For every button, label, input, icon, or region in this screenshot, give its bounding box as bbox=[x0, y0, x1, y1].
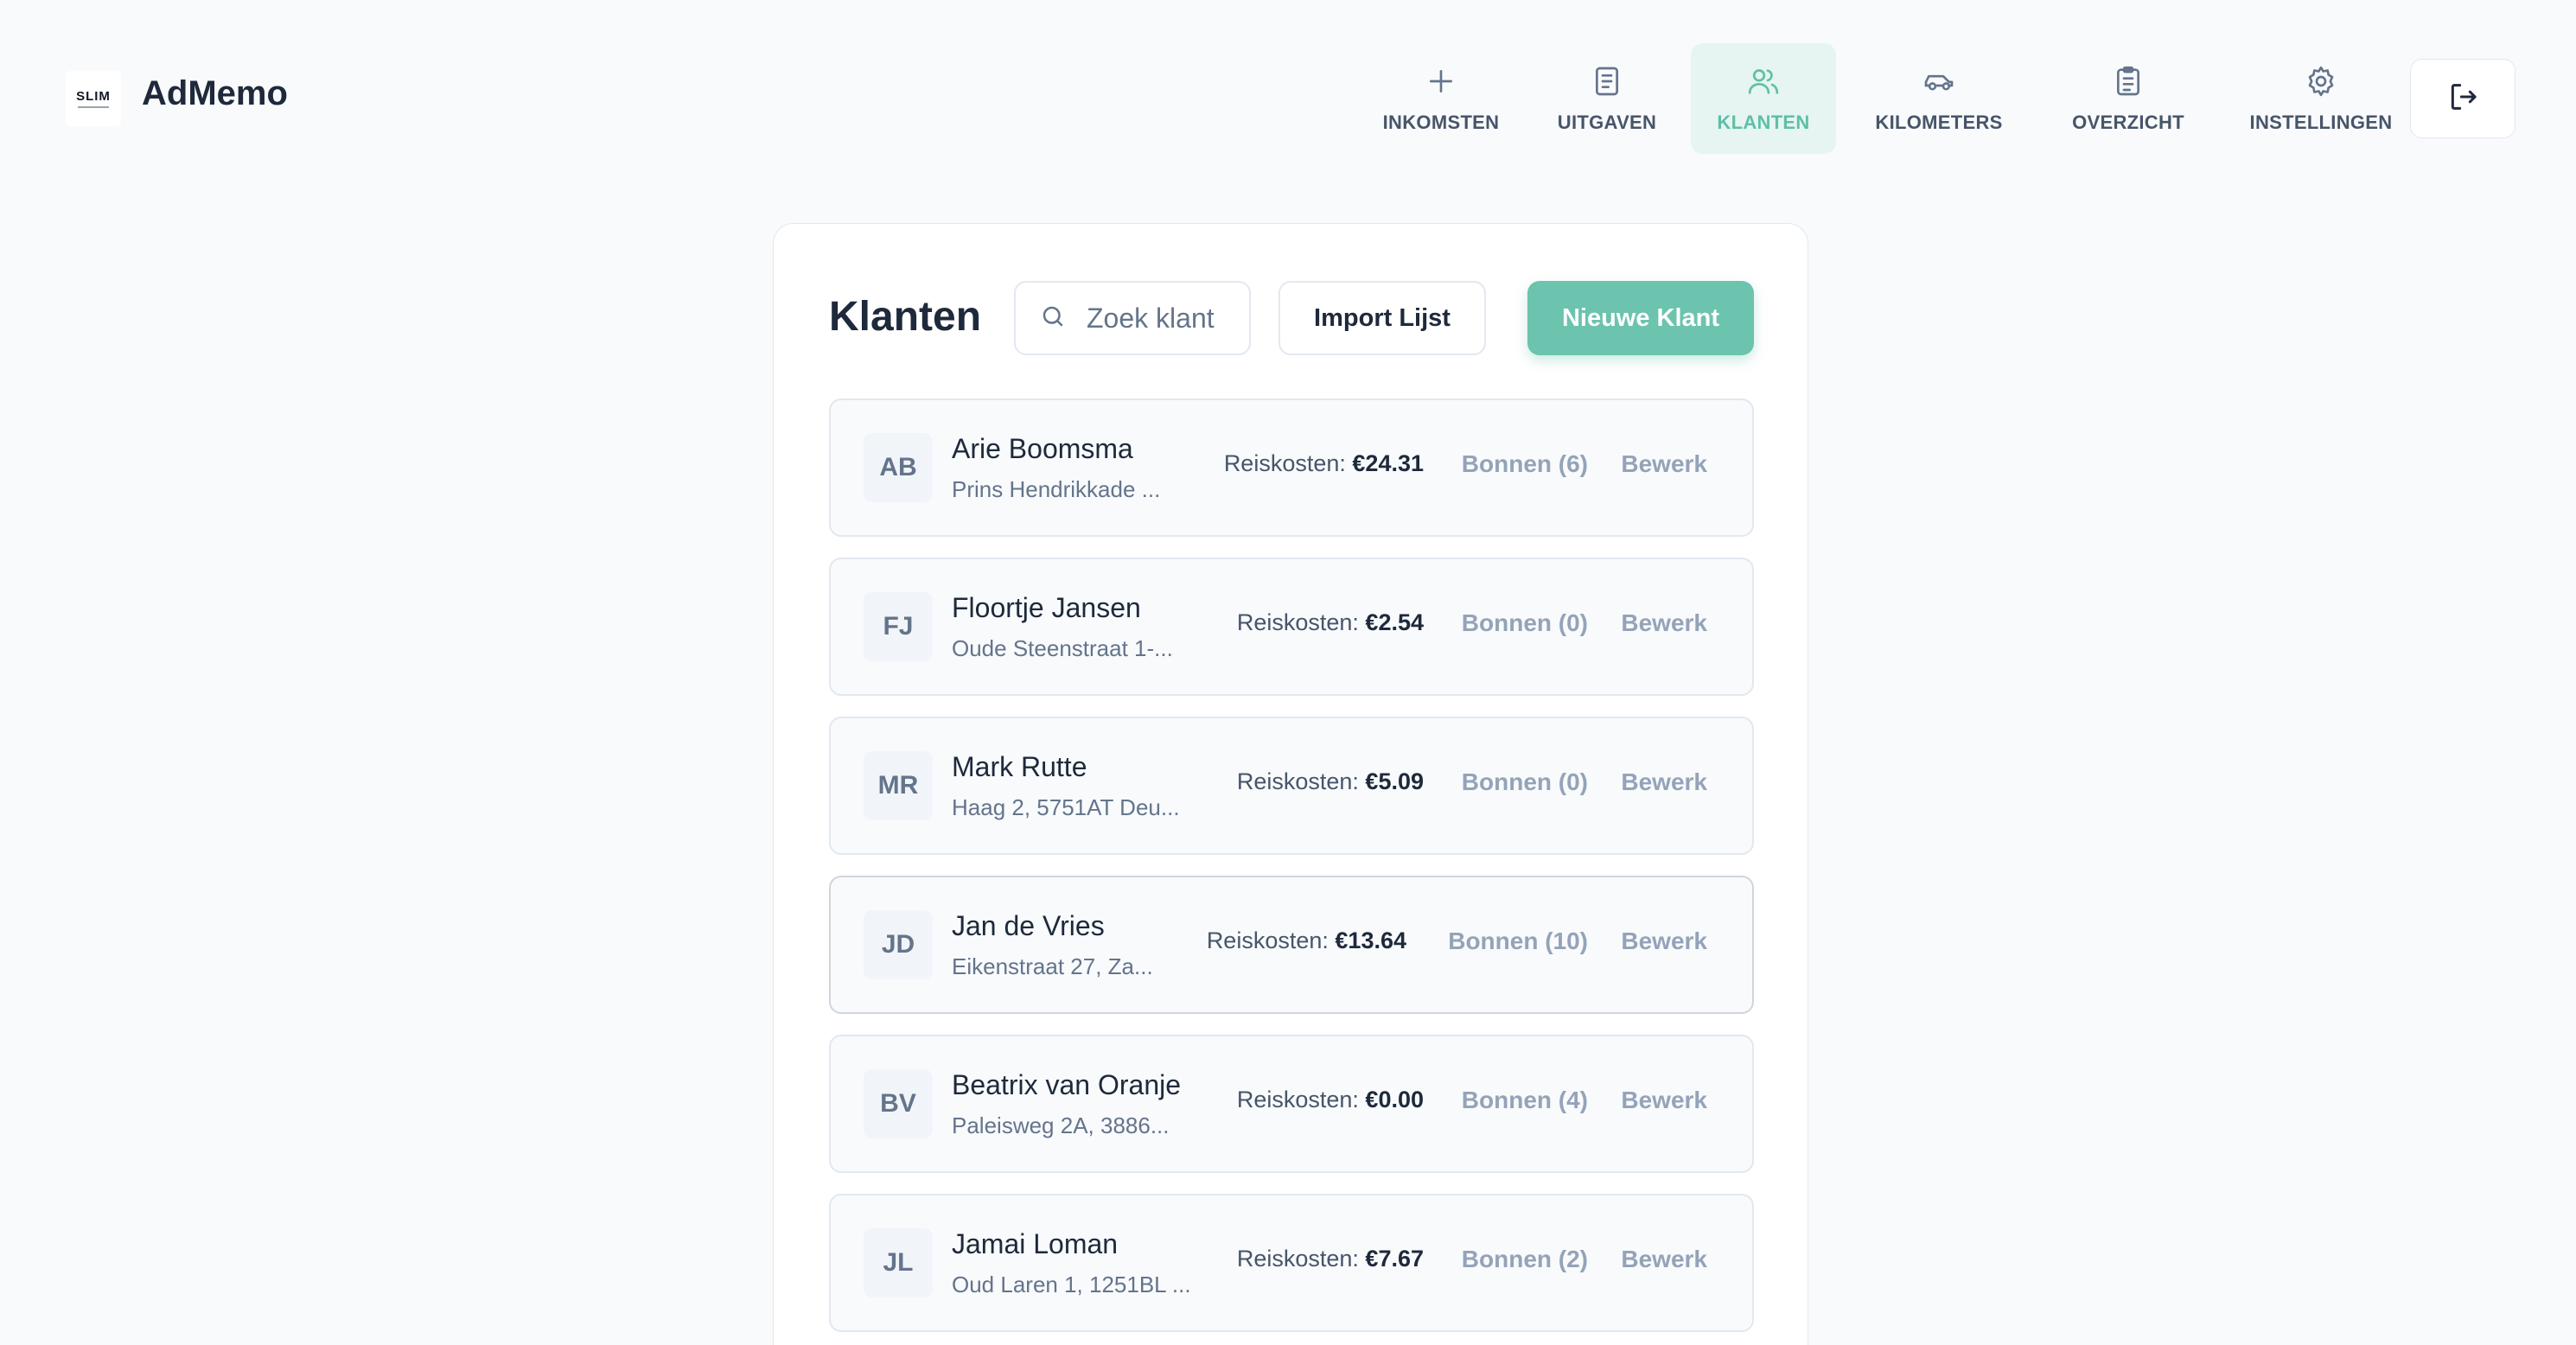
nav-label: OVERZICHT bbox=[2072, 111, 2184, 133]
travel-cost: Reiskosten: €24.31 bbox=[1224, 450, 1424, 477]
travel-cost-label: Reiskosten: bbox=[1236, 1087, 1359, 1112]
client-row[interactable]: JL Jamai Loman Oud Laren 1, 1251BL ... R… bbox=[829, 1194, 1754, 1332]
travel-cost-label: Reiskosten: bbox=[1223, 450, 1346, 476]
client-name: Jamai Loman bbox=[952, 1228, 1119, 1259]
edit-client-link[interactable]: Bewerk bbox=[1621, 768, 1707, 796]
users-icon bbox=[1746, 64, 1781, 112]
logout-button[interactable] bbox=[2410, 59, 2515, 138]
nav-label: INSTELLINGEN bbox=[2249, 111, 2393, 133]
import-list-button[interactable]: Import Lijst bbox=[1278, 281, 1486, 355]
travel-cost-value: €2.54 bbox=[1365, 609, 1424, 635]
receipts-link[interactable]: Bonnen (0) bbox=[1462, 609, 1588, 637]
travel-cost-value: €24.31 bbox=[1352, 450, 1424, 476]
travel-cost: Reiskosten: €7.67 bbox=[1237, 1246, 1424, 1272]
plus-icon bbox=[1424, 64, 1458, 112]
nav-item-overzicht[interactable]: OVERZICHT bbox=[2037, 43, 2220, 154]
client-address: Oud Laren 1, 1251BL ... bbox=[952, 1272, 1191, 1297]
client-row[interactable]: AB Arie Boomsma Prins Hendrikkade ... Re… bbox=[829, 398, 1754, 537]
client-name: Floortje Jansen bbox=[952, 592, 1141, 623]
travel-cost-value: €5.09 bbox=[1365, 768, 1424, 794]
client-avatar: JL bbox=[864, 1228, 933, 1297]
travel-cost: Reiskosten: €2.54 bbox=[1237, 609, 1424, 636]
receipts-link[interactable]: Bonnen (0) bbox=[1462, 768, 1588, 796]
client-address: Oude Steenstraat 1-... bbox=[952, 635, 1173, 661]
client-avatar: AB bbox=[864, 433, 933, 502]
travel-cost: Reiskosten: €0.00 bbox=[1237, 1087, 1424, 1113]
receipt-icon bbox=[1590, 64, 1624, 112]
client-name: Jan de Vries bbox=[952, 910, 1105, 941]
client-address: Paleisweg 2A, 3886... bbox=[952, 1112, 1170, 1138]
logout-icon bbox=[2445, 80, 2480, 118]
travel-cost-label: Reiskosten: bbox=[1236, 609, 1359, 635]
client-row[interactable]: BV Beatrix van Oranje Paleisweg 2A, 3886… bbox=[829, 1035, 1754, 1173]
edit-client-link[interactable]: Bewerk bbox=[1621, 1246, 1707, 1273]
company-logo[interactable]: SLIM bbox=[66, 71, 121, 126]
client-row[interactable]: MR Mark Rutte Haag 2, 5751AT Deu... Reis… bbox=[829, 717, 1754, 855]
travel-cost-label: Reiskosten: bbox=[1236, 768, 1359, 794]
nav-item-kilometers[interactable]: KILOMETERS bbox=[1846, 43, 2031, 154]
travel-cost-value: €0.00 bbox=[1365, 1087, 1424, 1112]
travel-cost-label: Reiskosten: bbox=[1206, 927, 1329, 953]
search-box[interactable] bbox=[1014, 281, 1251, 355]
edit-client-link[interactable]: Bewerk bbox=[1621, 450, 1707, 478]
client-address: Prins Hendrikkade ... bbox=[952, 476, 1161, 502]
client-avatar: BV bbox=[864, 1069, 933, 1138]
edit-client-link[interactable]: Bewerk bbox=[1621, 609, 1707, 637]
nav-label: INKOMSTEN bbox=[1382, 111, 1500, 133]
client-row[interactable]: FJ Floortje Jansen Oude Steenstraat 1-..… bbox=[829, 558, 1754, 696]
nav-label: UITGAVEN bbox=[1557, 111, 1657, 133]
client-address: Eikenstraat 27, Za... bbox=[952, 953, 1153, 979]
receipts-link[interactable]: Bonnen (10) bbox=[1448, 927, 1588, 955]
new-client-button[interactable]: Nieuwe Klant bbox=[1527, 281, 1754, 355]
client-name: Beatrix van Oranje bbox=[952, 1069, 1182, 1100]
nav-item-uitgaven[interactable]: UITGAVEN bbox=[1533, 43, 1680, 154]
brand-name: AdMemo bbox=[142, 74, 288, 112]
travel-cost-value: €13.64 bbox=[1335, 927, 1406, 953]
client-avatar: JD bbox=[864, 910, 933, 979]
logo-text: SLIM bbox=[76, 89, 111, 104]
car-icon bbox=[1922, 64, 1956, 112]
clients-card: Klanten Import Lijst Nieuwe Klant AB Ari… bbox=[773, 223, 1808, 1345]
travel-cost-value: €7.67 bbox=[1365, 1246, 1424, 1272]
receipts-link[interactable]: Bonnen (4) bbox=[1462, 1087, 1588, 1114]
search-input[interactable] bbox=[1087, 302, 1242, 335]
receipts-link[interactable]: Bonnen (2) bbox=[1462, 1246, 1588, 1273]
client-avatar: FJ bbox=[864, 592, 933, 661]
nav-item-klanten[interactable]: KLANTEN bbox=[1691, 43, 1836, 154]
edit-client-link[interactable]: Bewerk bbox=[1621, 1087, 1707, 1114]
nav-label: KLANTEN bbox=[1717, 111, 1810, 133]
app-header: SLIM AdMemo INKOMSTEN UITGAVEN KLANTEN K… bbox=[0, 0, 2576, 197]
client-row[interactable]: JD Jan de Vries Eikenstraat 27, Za... Re… bbox=[829, 876, 1754, 1014]
page-title: Klanten bbox=[829, 294, 982, 340]
client-avatar: MR bbox=[864, 751, 933, 820]
logo-divider bbox=[78, 106, 109, 108]
nav-item-instellingen[interactable]: INSTELLINGEN bbox=[2223, 43, 2419, 154]
client-name: Arie Boomsma bbox=[952, 433, 1133, 464]
edit-client-link[interactable]: Bewerk bbox=[1621, 927, 1707, 955]
travel-cost: Reiskosten: €13.64 bbox=[1207, 927, 1406, 954]
gear-icon bbox=[2304, 64, 2338, 112]
nav-label: KILOMETERS bbox=[1875, 111, 2003, 133]
client-name: Mark Rutte bbox=[952, 751, 1087, 782]
travel-cost-label: Reiskosten: bbox=[1236, 1246, 1359, 1272]
receipts-link[interactable]: Bonnen (6) bbox=[1462, 450, 1588, 478]
clipboard-icon bbox=[2111, 64, 2146, 112]
client-address: Haag 2, 5751AT Deu... bbox=[952, 794, 1180, 820]
search-icon bbox=[1040, 303, 1066, 334]
travel-cost: Reiskosten: €5.09 bbox=[1237, 768, 1424, 795]
nav-item-inkomsten[interactable]: INKOMSTEN bbox=[1349, 43, 1533, 154]
